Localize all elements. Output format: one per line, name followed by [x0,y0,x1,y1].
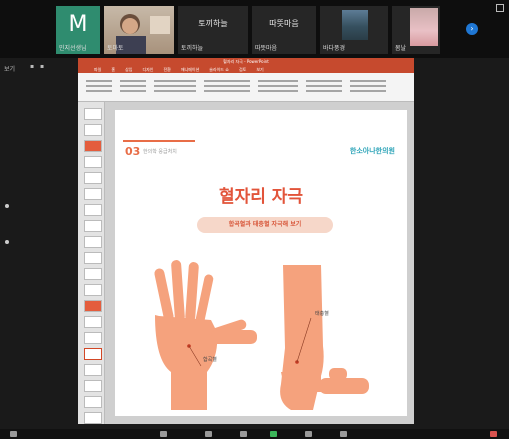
participant-tile-5[interactable]: 바다풍경 [320,6,388,54]
slide-thumbnail[interactable] [84,396,102,408]
ribbon-tab[interactable]: 파일 [94,67,101,72]
participant-video [410,8,438,46]
ribbon-group[interactable] [348,77,388,97]
share-screen-icon[interactable] [270,431,277,437]
ribbon-tab[interactable]: 디자인 [142,67,153,72]
ppt-ribbon [78,73,414,102]
slide-thumbnail[interactable] [84,252,102,264]
slide-thumbnail[interactable] [84,268,102,280]
meeting-toolbar [0,429,509,439]
slide-thumbnail[interactable] [84,204,102,216]
avatar-initial: M [68,12,88,37]
view-label[interactable]: 보기 [4,64,15,73]
participant-name: 봄날 [395,45,407,52]
ribbon-group[interactable] [304,77,344,97]
slide-thumbnail[interactable] [84,140,102,152]
slide-thumbnail[interactable] [84,220,102,232]
participant-tile-1[interactable]: M 민지선생님 [56,6,100,54]
current-slide[interactable]: 03 한의학 응급처치 한소아나한의원 혈자리 자극 합곡혈과 태충혈 자극해 … [115,110,407,416]
slide-thumbnail[interactable] [84,316,102,328]
participant-name: 토끼하늘 [181,45,204,52]
video-icon[interactable] [160,431,167,437]
ribbon-tab[interactable]: 홈 [111,67,115,72]
slide-thumbnail[interactable] [84,332,102,344]
scroll-indicator-icon [5,204,9,208]
participant-name: 민지선생님 [59,45,87,52]
mute-icon[interactable] [10,431,17,437]
acupoint-label-foot: 태충혈 [315,311,329,317]
view-options-icon[interactable]: ▪ ▪ [30,63,46,70]
slide-thumbnail[interactable] [84,300,102,312]
participant-tile-2[interactable]: 토마토 [104,6,174,54]
ribbon-tab[interactable]: 보기 [256,67,263,72]
participant-display-name: 토끼하늘 [198,19,228,28]
slide-illustration [154,260,369,410]
slide-thumbnail[interactable] [84,284,102,296]
record-icon[interactable] [305,431,312,437]
ribbon-tab[interactable]: 삽입 [125,67,132,72]
participant-name: 따뜻마음 [255,45,278,52]
ribbon-group[interactable] [118,77,148,97]
ribbon-group[interactable] [202,77,252,97]
minimize-icon[interactable] [496,4,504,12]
participant-strip: M 민지선생님 토마토 토끼하늘 토끼하늘 따뜻마음 따뜻마음 바다풍경 봄날 … [0,0,509,58]
slide-thumbnail[interactable] [84,380,102,392]
participant-tile-3[interactable]: 토끼하늘 토끼하늘 [178,6,248,54]
ribbon-group[interactable] [152,77,198,97]
slide-thumbnail[interactable] [84,412,102,424]
participant-tile-6[interactable]: 봄날 [392,6,440,54]
reactions-icon[interactable] [340,431,347,437]
slide-thumbnail-selected[interactable] [84,348,102,360]
shared-screen[interactable]: 혈자리 자극 - PowerPoint 파일 홈 삽입 디자인 전환 애니메이션 슬라이드 … [78,58,414,424]
scroll-indicator-icon [5,240,9,244]
slide-thumbnail[interactable] [84,124,102,136]
ribbon-tab[interactable]: 검토 [239,67,246,72]
ppt-window-title: 혈자리 자극 - PowerPoint [78,58,414,66]
ribbon-group[interactable] [84,77,114,97]
ribbon-tab[interactable]: 애니메이션 [181,67,199,72]
slide-thumbnail[interactable] [84,172,102,184]
participants-icon[interactable] [205,431,212,437]
ribbon-tab[interactable]: 슬라이드 쇼 [209,67,229,72]
leave-button[interactable] [490,431,497,437]
foot-illustration [280,265,369,410]
participant-display-name: 따뜻마음 [269,19,299,28]
participant-video [342,10,368,40]
slide-thumbnail[interactable] [84,364,102,376]
slide-thumbnails [78,102,105,424]
slide-thumbnail[interactable] [84,236,102,248]
ribbon-group[interactable] [256,77,300,97]
participant-name: 토마토 [107,45,124,52]
participant-name: 바다풍경 [323,45,346,52]
slide-thumbnail[interactable] [84,108,102,120]
chat-icon[interactable] [240,431,247,437]
hand-illustration [154,260,257,410]
next-page-button[interactable]: › [466,23,478,35]
acupoint-label-hand: 합곡혈 [203,357,217,363]
participant-tile-4[interactable]: 따뜻마음 따뜻마음 [252,6,316,54]
ribbon-tab[interactable]: 전환 [163,67,170,72]
slide-thumbnail[interactable] [84,156,102,168]
ppt-ribbon-tabs: 파일 홈 삽입 디자인 전환 애니메이션 슬라이드 쇼 검토 보기 [78,66,414,73]
slide-thumbnail[interactable] [84,188,102,200]
